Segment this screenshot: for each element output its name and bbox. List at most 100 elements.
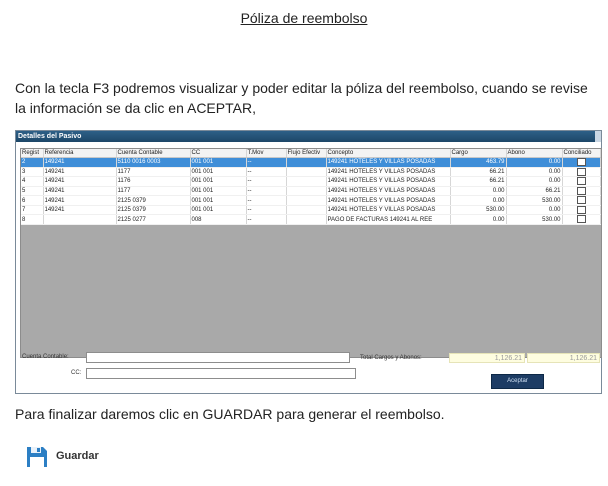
col-header-tmov[interactable]: T.Mov <box>246 149 287 158</box>
cell-concepto[interactable]: 149241 HOTELES Y VILLAS POSADAS <box>326 205 451 216</box>
table-row[interactable]: 8 2125 0277 008 -- PAGO DE FACTURAS 1492… <box>21 214 601 226</box>
cell-flujo[interactable] <box>286 176 327 187</box>
cell-cargo[interactable]: 66.21 <box>450 167 507 178</box>
cell-tmov[interactable]: -- <box>246 195 287 206</box>
cell-cuenta[interactable]: 2125 0277 <box>116 214 191 226</box>
accept-button[interactable]: Aceptar <box>491 374 544 389</box>
cuenta-contable-input[interactable] <box>86 352 350 363</box>
col-header-conciliado[interactable]: Conciliado <box>562 149 601 158</box>
cell-concepto[interactable]: 149241 HOTELES Y VILLAS POSADAS <box>326 167 451 178</box>
cell-cargo[interactable]: 0.00 <box>450 195 507 206</box>
cell-cargo[interactable]: 0.00 <box>450 214 507 226</box>
table-row[interactable]: 3 149241 1177 001 001 -- 149241 HOTELES … <box>21 167 601 178</box>
col-header-concepto[interactable]: Concepto <box>326 149 451 158</box>
conciliado-checkbox[interactable] <box>576 158 586 166</box>
conciliado-checkbox[interactable] <box>576 196 586 205</box>
cell-referencia[interactable]: 149241 <box>43 186 117 197</box>
cell-cc[interactable]: 001 001 <box>190 186 247 197</box>
cell-abono[interactable]: 0.00 <box>506 176 563 187</box>
cuenta-contable-label: Cuenta Contable: <box>22 354 69 360</box>
cell-flujo[interactable] <box>286 157 327 168</box>
cell-cc[interactable]: 001 001 <box>190 195 247 206</box>
cell-flujo[interactable] <box>286 214 327 226</box>
cell-concepto[interactable]: 149241 HOTELES Y VILLAS POSADAS <box>326 195 451 206</box>
cell-cuenta[interactable]: 1177 <box>116 167 191 178</box>
col-header-cargo[interactable]: Cargo <box>450 149 507 158</box>
col-header-referencia[interactable]: Referencia <box>43 149 117 158</box>
cell-regist: 5 <box>21 186 44 197</box>
details-grid[interactable]: Regist Referencia Cuenta Contable CC T.M… <box>20 148 602 358</box>
cell-concepto[interactable]: PAGO DE FACTURAS 149241 AL REE <box>326 214 451 226</box>
cell-cargo[interactable]: 530.00 <box>450 205 507 216</box>
cell-tmov[interactable]: -- <box>246 186 287 197</box>
save-button-label[interactable]: Guardar <box>56 450 99 462</box>
cell-tmov[interactable]: -- <box>246 157 287 168</box>
cell-flujo[interactable] <box>286 195 327 206</box>
cell-cuenta[interactable]: 1177 <box>116 186 191 197</box>
cell-cuenta[interactable]: 5110 0016 0003 <box>116 157 191 168</box>
cell-cuenta[interactable]: 1176 <box>116 176 191 187</box>
cell-cc[interactable]: 001 001 <box>190 157 247 168</box>
cell-cuenta[interactable]: 2125 0379 <box>116 205 191 216</box>
table-row[interactable]: 2 149241 5110 0016 0003 001 001 -- 14924… <box>21 157 601 168</box>
cell-concepto[interactable]: 149241 HOTELES Y VILLAS POSADAS <box>326 176 451 187</box>
cell-tmov[interactable]: -- <box>246 205 287 216</box>
cell-abono[interactable]: 0.00 <box>506 167 563 178</box>
cell-regist: 2 <box>21 157 44 168</box>
instruction-paragraph: Con la tecla F3 podremos visualizar y po… <box>15 80 588 116</box>
cell-tmov[interactable]: -- <box>246 167 287 178</box>
cell-referencia[interactable]: 149241 <box>43 205 117 216</box>
cell-cc[interactable]: 001 001 <box>190 167 247 178</box>
cell-referencia[interactable]: 149241 <box>43 157 117 168</box>
window-close-icon[interactable] <box>595 131 601 142</box>
cell-referencia[interactable]: 149241 <box>43 167 117 178</box>
cell-abono[interactable]: 0.00 <box>506 157 563 168</box>
col-header-cuenta[interactable]: Cuenta Contable <box>116 149 191 158</box>
table-row[interactable]: 4 149241 1176 001 001 -- 149241 HOTELES … <box>21 176 601 187</box>
cell-cc[interactable]: 008 <box>190 214 247 226</box>
col-header-cc[interactable]: CC <box>190 149 247 158</box>
cell-abono[interactable]: 530.00 <box>506 195 563 206</box>
col-header-flujo[interactable]: Flujo Efectiv <box>286 149 327 158</box>
cell-regist: 4 <box>21 176 44 187</box>
table-row[interactable]: 6 149241 2125 0379 001 001 -- 149241 HOT… <box>21 195 601 206</box>
window-title: Detalles del Pasivo <box>18 133 82 140</box>
cell-flujo[interactable] <box>286 167 327 178</box>
total-abonos-field: 1,126.21 <box>527 353 600 363</box>
cell-abono[interactable]: 530.00 <box>506 214 563 226</box>
cell-abono[interactable]: 0.00 <box>506 205 563 216</box>
cell-cargo[interactable]: 66.21 <box>450 176 507 187</box>
cell-cargo[interactable]: 0.00 <box>450 186 507 197</box>
cell-concepto[interactable]: 149241 HOTELES Y VILLAS POSADAS <box>326 157 451 168</box>
cell-referencia[interactable]: 149241 <box>43 176 117 187</box>
cell-tmov[interactable]: -- <box>246 176 287 187</box>
cell-cc[interactable]: 001 001 <box>190 176 247 187</box>
table-row[interactable]: 7 149241 2125 0379 001 001 -- 149241 HOT… <box>21 205 601 216</box>
col-header-abono[interactable]: Abono <box>506 149 563 158</box>
cell-conciliado <box>562 157 601 168</box>
cell-abono[interactable]: 66.21 <box>506 186 563 197</box>
cell-cc[interactable]: 001 001 <box>190 205 247 216</box>
cell-flujo[interactable] <box>286 186 327 197</box>
cell-flujo[interactable] <box>286 205 327 216</box>
cell-referencia[interactable]: 149241 <box>43 195 117 206</box>
cell-concepto[interactable]: 149241 HOTELES Y VILLAS POSADAS <box>326 186 451 197</box>
cell-tmov[interactable]: -- <box>246 214 287 226</box>
details-window: Detalles del Pasivo Regist Referencia Cu… <box>15 130 602 394</box>
conciliado-checkbox[interactable] <box>576 215 586 224</box>
conciliado-checkbox[interactable] <box>576 177 586 186</box>
cell-regist: 6 <box>21 195 44 206</box>
conciliado-checkbox[interactable] <box>576 186 586 195</box>
totals-label: Total Cargos y Abonos: <box>360 355 422 361</box>
cc-input[interactable] <box>86 368 356 379</box>
grid-header-row: Regist Referencia Cuenta Contable CC T.M… <box>21 149 601 158</box>
cell-cuenta[interactable]: 2125 0379 <box>116 195 191 206</box>
cell-referencia[interactable] <box>43 214 117 226</box>
floppy-disk-icon[interactable] <box>25 445 49 469</box>
cell-cargo[interactable]: 463.79 <box>450 157 507 168</box>
conciliado-checkbox[interactable] <box>576 167 586 176</box>
table-row[interactable]: 5 149241 1177 001 001 -- 149241 HOTELES … <box>21 186 601 197</box>
conciliado-checkbox[interactable] <box>576 205 586 214</box>
col-header-regist[interactable]: Regist <box>21 149 44 158</box>
cell-conciliado <box>562 186 601 197</box>
